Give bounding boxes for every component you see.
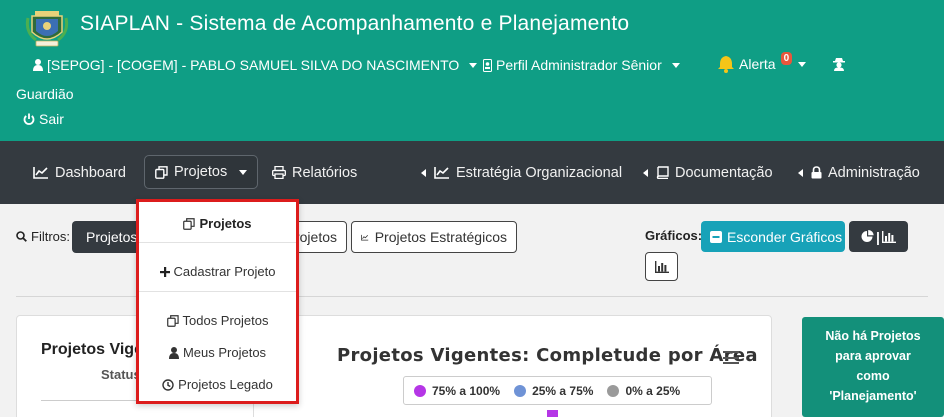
line-chart-icon [361, 234, 369, 241]
legend-item[interactable]: 25% a 75% [514, 384, 593, 398]
nav-relatorios-label: Relatórios [292, 164, 358, 181]
chart-title: Projetos Vigentes: Completude por Área [337, 345, 758, 366]
approval-notice-panel: Não há Projetos para aprovar como 'Plane… [802, 317, 944, 417]
chevron-down-icon [239, 169, 248, 175]
bell-icon [718, 56, 734, 73]
user-menu[interactable]: [SEPOG] - [COGEM] - PABLO SAMUEL SILVA D… [33, 57, 478, 73]
lock-icon [811, 166, 822, 179]
alert-menu[interactable]: Alerta 0 [717, 51, 807, 73]
notice-line: Não há Projetos [825, 329, 921, 343]
menu-item-label: Projetos Legado [178, 377, 273, 392]
filter-estrategicos-button[interactable]: Projetos Estratégicos [351, 221, 517, 253]
legend-dot [607, 384, 620, 397]
bar-chart-icon [881, 230, 896, 243]
nav-documentacao[interactable]: Documentação [643, 141, 773, 204]
clock-icon [162, 378, 174, 391]
chart-legend: 75% a 100% 25% a 75% 0% a 25% [403, 376, 712, 405]
nav-administracao[interactable]: Administração [798, 141, 920, 204]
power-icon [23, 113, 35, 125]
main-navbar: Dashboard Projetos Relatórios Estratégia… [0, 141, 944, 204]
user-icon [33, 59, 43, 71]
filter-estrategicos-label: Projetos Estratégicos [374, 229, 507, 245]
hide-charts-button[interactable]: Esconder Gráficos [701, 221, 845, 252]
menu-item-projetos-legado[interactable]: Projetos Legado [139, 377, 296, 392]
chart-type-toggle-button[interactable]: | [849, 221, 908, 252]
dropdown-divider [139, 242, 296, 243]
user-secret-icon [833, 58, 845, 71]
hide-charts-label: Esconder Gráficos [727, 228, 843, 245]
legend-item[interactable]: 75% a 100% [414, 384, 500, 398]
menu-item-cadastrar-projeto[interactable]: Cadastrar Projeto [139, 264, 296, 279]
nav-administracao-label: Administração [828, 164, 920, 181]
nav-estrategia-label: Estratégia Organizacional [456, 164, 623, 181]
legend-item[interactable]: 0% a 25% [607, 384, 680, 398]
id-badge-icon [483, 58, 492, 72]
alert-label: Alerta [739, 56, 776, 72]
dropdown-header: Projetos [139, 216, 296, 231]
legend-label: 0% a 25% [625, 383, 681, 398]
dropdown-divider [139, 291, 296, 292]
menu-item-label: Todos Projetos [182, 313, 269, 328]
menu-item-meus-projetos[interactable]: Meus Projetos [139, 345, 296, 360]
chart-bar[interactable] [547, 410, 558, 417]
notice-line: para aprovar [835, 349, 911, 363]
user-icon [168, 346, 179, 359]
line-chart-icon [434, 167, 449, 179]
nav-relatorios[interactable]: Relatórios [272, 141, 357, 204]
legend-dot [414, 384, 426, 397]
line-chart-icon [33, 167, 48, 179]
legend-dot [514, 384, 527, 397]
separator-glyph: | [876, 228, 880, 245]
legend-label: 25% a 75% [532, 383, 594, 398]
user-name: [SEPOG] - [COGEM] - PABLO SAMUEL SILVA D… [47, 57, 460, 73]
printer-icon [272, 166, 286, 179]
nav-documentacao-label: Documentação [675, 164, 773, 181]
nav-projetos-label: Projetos [174, 164, 228, 180]
bar-chart-button[interactable] [645, 252, 678, 281]
minus-square-icon [710, 230, 722, 243]
status-chart-subtitle: Status [101, 367, 141, 382]
bar-chart-icon [654, 260, 669, 273]
app-header: SIAPLAN - Sistema de Acompanhamento e Pl… [0, 0, 944, 141]
menu-item-todos-projetos[interactable]: Todos Projetos [139, 313, 296, 328]
coat-of-arms-logo [25, 11, 69, 47]
notice-line: 'Planejamento' [829, 389, 917, 403]
copy-icon [183, 217, 196, 230]
filters-label-text: Filtros: [31, 229, 70, 244]
chevron-down-icon [671, 62, 680, 68]
projetos-dropdown-menu: Projetos Cadastrar Projeto Todos Projeto… [136, 199, 299, 404]
chevron-left-icon [643, 168, 648, 177]
charts-card: Projetos Vigentes Status Projetos Vigent… [16, 315, 772, 417]
alert-count-badge: 0 [780, 51, 793, 65]
profile-menu[interactable]: Perfil Administrador Sênior [483, 57, 680, 73]
menu-item-label: Cadastrar Projeto [173, 264, 276, 279]
chevron-left-icon [421, 168, 426, 177]
nav-dashboard-label: Dashboard [55, 164, 126, 181]
search-icon [16, 231, 27, 242]
book-icon [656, 166, 669, 179]
graficos-label: Gráficos: [645, 228, 703, 243]
chevron-down-icon [469, 62, 478, 68]
guardian-menu[interactable] [833, 57, 845, 71]
dropdown-header-label: Projetos [199, 216, 252, 231]
chevron-down-icon [798, 61, 807, 67]
chart-menu-icon[interactable] [723, 351, 739, 364]
menu-item-label: Meus Projetos [182, 345, 267, 360]
pie-chart-icon [861, 230, 874, 242]
nav-projetos[interactable]: Projetos [144, 155, 259, 189]
plus-icon [159, 266, 170, 277]
chevron-left-icon [798, 168, 803, 177]
nav-estrategia[interactable]: Estratégia Organizacional [421, 141, 622, 204]
app-title: SIAPLAN - Sistema de Acompanhamento e Pl… [80, 12, 630, 35]
notice-line: como [856, 369, 890, 383]
copy-icon [166, 314, 179, 327]
profile-label: Perfil Administrador Sênior [496, 57, 662, 73]
copy-icon [155, 165, 168, 179]
guardiao-label[interactable]: Guardião [16, 86, 74, 102]
nav-dashboard[interactable]: Dashboard [33, 141, 126, 204]
logout-link[interactable]: Sair [23, 111, 64, 127]
legend-label: 75% a 100% [432, 383, 501, 398]
filters-label: Filtros: [16, 229, 70, 244]
logout-label: Sair [39, 111, 64, 127]
